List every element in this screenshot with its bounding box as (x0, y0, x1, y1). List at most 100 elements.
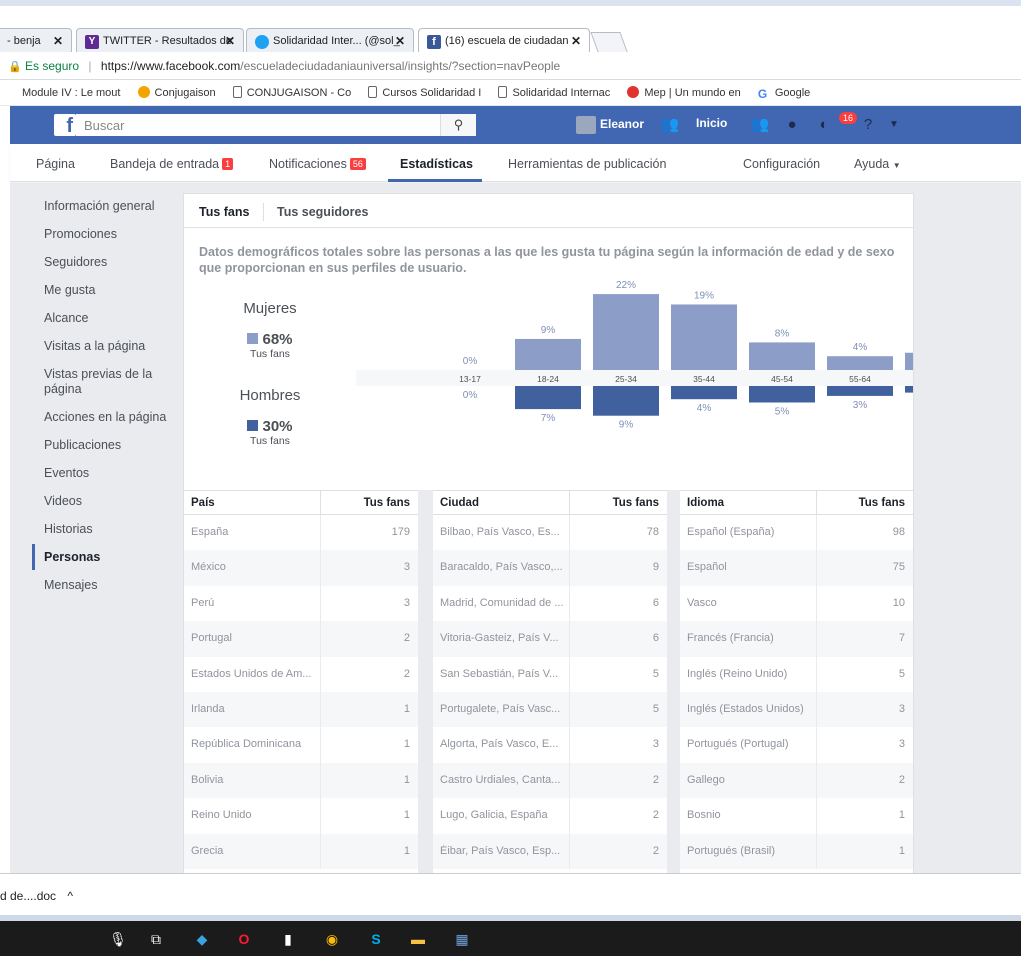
table-cell-value: 5 (898, 667, 905, 680)
sidebar-item-acciones[interactable]: Acciones en la página (32, 404, 172, 432)
word-icon[interactable]: ▦ (452, 929, 472, 949)
lock-icon: 🔒 (8, 61, 22, 73)
bookmark-item[interactable]: Cursos Solidaridad I (368, 86, 481, 99)
people-panel: Tus fans Tus seguidores Datos demográfic… (183, 193, 914, 874)
new-tab-button[interactable] (590, 32, 628, 52)
globe-icon[interactable]: ◐ (814, 115, 834, 135)
download-item[interactable]: d de....doc ^ (0, 889, 73, 903)
column-header[interactable]: Tus fans (859, 497, 905, 509)
tab-tus-seguidores[interactable]: Tus seguidores (277, 205, 368, 219)
table-cell-name: Bolivia (191, 773, 224, 786)
column-header[interactable]: Ciudad (440, 497, 479, 509)
close-icon[interactable]: ✕ (225, 34, 235, 48)
bookmark-item[interactable]: G Google (758, 87, 810, 101)
close-icon[interactable]: ✕ (571, 34, 581, 48)
bookmark-item[interactable]: Solidaridad Internac (498, 86, 610, 99)
bookmark-item[interactable]: Module IV : Le mout (22, 87, 120, 99)
browser-tab[interactable]: Solidaridad Inter... (@sol_ ✕ (246, 28, 414, 54)
sidebar-item-publicaciones[interactable]: Publicaciones (32, 432, 172, 460)
sidebar-item-personas[interactable]: Personas (32, 544, 172, 572)
bar-women[interactable] (827, 356, 893, 370)
table-cell-value: 7 (898, 632, 905, 645)
search-icon[interactable]: ⚲ (440, 114, 476, 136)
bookmark-item[interactable]: Conjugaison (137, 86, 216, 99)
find-friends-icon[interactable]: 👥 (660, 115, 680, 135)
nav-herramientas[interactable]: Herramientas de publicación (508, 157, 666, 171)
sidebar-item-mensajes[interactable]: Mensajes (32, 572, 172, 600)
opera-icon[interactable]: O (234, 929, 254, 949)
bar-men[interactable] (905, 386, 913, 393)
table-row: Español 75 (680, 550, 913, 586)
table-cell-name: Portugués (Brasil) (687, 844, 776, 857)
column-header[interactable]: Tus fans (364, 497, 410, 509)
table-cell-name: Irlanda (191, 702, 225, 715)
column-header[interactable]: Tus fans (613, 497, 659, 509)
sidebar-item-me-gusta[interactable]: Me gusta (32, 277, 172, 305)
sidebar-item-eventos[interactable]: Eventos (32, 460, 172, 488)
bar-men[interactable] (827, 386, 893, 396)
search-input[interactable]: Buscar ⚲ (76, 114, 476, 136)
chrome-icon[interactable]: ◉ (322, 929, 342, 949)
bar-women[interactable] (515, 338, 581, 370)
nav-notificaciones[interactable]: Notificaciones 56 (269, 157, 366, 171)
task-view-icon[interactable]: ⧉ (146, 929, 166, 949)
bar-women[interactable] (749, 342, 815, 370)
file-icon[interactable]: ▮ (278, 929, 298, 949)
microphone-icon[interactable]: 🎙 (108, 929, 128, 949)
nav-ayuda[interactable]: Ayuda ▼ (854, 157, 901, 171)
tab-tus-fans[interactable]: Tus fans (199, 205, 249, 219)
table-row: Portugués (Brasil) 1 (680, 833, 913, 869)
data-label-men: 4% (697, 403, 712, 414)
nav-estadisticas[interactable]: Estadísticas (400, 157, 473, 171)
chevron-up-icon[interactable]: ^ (67, 889, 73, 903)
table-body: Español (España) 98 Español 75 Vasco 10 Francé… (680, 515, 913, 869)
skype-icon[interactable]: S (366, 929, 386, 949)
bookmark-item[interactable]: Mep | Un mundo en (627, 86, 741, 99)
app-icon[interactable]: ◆ (192, 929, 212, 949)
sidebar-item-videos[interactable]: Videos (32, 488, 172, 516)
sidebar-item-vistas-previas[interactable]: Vistas previas de la página (32, 361, 162, 404)
sidebar-item-historias[interactable]: Historias (32, 516, 172, 544)
browser-tab[interactable]: Y TWITTER - Resultados de ✕ (76, 28, 244, 54)
file-explorer-icon[interactable]: ▬ (408, 929, 428, 949)
bar-women[interactable] (671, 304, 737, 370)
sidebar-item-promociones[interactable]: Promociones (32, 221, 172, 249)
friend-requests-icon[interactable]: 👥 (750, 115, 770, 135)
table-row: Irlanda 1 (184, 691, 418, 728)
table-cell-value: 1 (403, 844, 410, 857)
bar-women[interactable] (905, 352, 913, 370)
sidebar-item-informacion-general[interactable]: Información general (32, 193, 172, 221)
bar-men[interactable] (749, 386, 815, 403)
close-icon[interactable]: ✕ (395, 34, 405, 48)
circle-icon (137, 86, 150, 98)
sidebar-item-alcance[interactable]: Alcance (32, 305, 172, 333)
column-header[interactable]: Idioma (687, 497, 724, 509)
column-header[interactable]: País (191, 497, 215, 509)
bar-women[interactable] (593, 294, 659, 370)
browser-tab[interactable]: - benja ✕ (0, 28, 72, 54)
facebook-logo-icon[interactable]: f (54, 114, 76, 137)
close-icon[interactable]: ✕ (53, 34, 63, 48)
bookmark-item[interactable]: CONJUGAISON - Co (232, 86, 351, 99)
nav-configuracion[interactable]: Configuración (743, 157, 820, 171)
divider (816, 585, 817, 622)
divider (569, 798, 570, 834)
bar-men[interactable] (671, 386, 737, 400)
address-bar[interactable]: 🔒 Es seguro | https://www.facebook.com/e… (0, 52, 1021, 80)
help-icon[interactable]: ? (858, 115, 878, 135)
tab-title: (16) escuela de ciudadan (445, 35, 569, 47)
profile-link[interactable]: Eleanor (576, 116, 644, 134)
bar-men[interactable] (515, 386, 581, 410)
table-cell-value: 1 (403, 773, 410, 786)
nav-pagina[interactable]: Página (36, 157, 75, 171)
sidebar-item-seguidores[interactable]: Seguidores (32, 249, 172, 277)
bar-men[interactable] (593, 386, 659, 416)
table-cell-value: 1 (898, 809, 905, 822)
caret-down-icon[interactable]: ▼ (884, 115, 904, 135)
sidebar-item-visitas[interactable]: Visitas a la página (32, 333, 172, 361)
nav-bandeja[interactable]: Bandeja de entrada 1 (110, 157, 234, 171)
table-body: Bilbao, País Vasco, Es... 78 Baracaldo, Pa… (433, 515, 667, 869)
divider (569, 727, 570, 763)
messenger-icon[interactable]: ● (782, 115, 802, 135)
home-link[interactable]: Inicio (696, 116, 727, 130)
